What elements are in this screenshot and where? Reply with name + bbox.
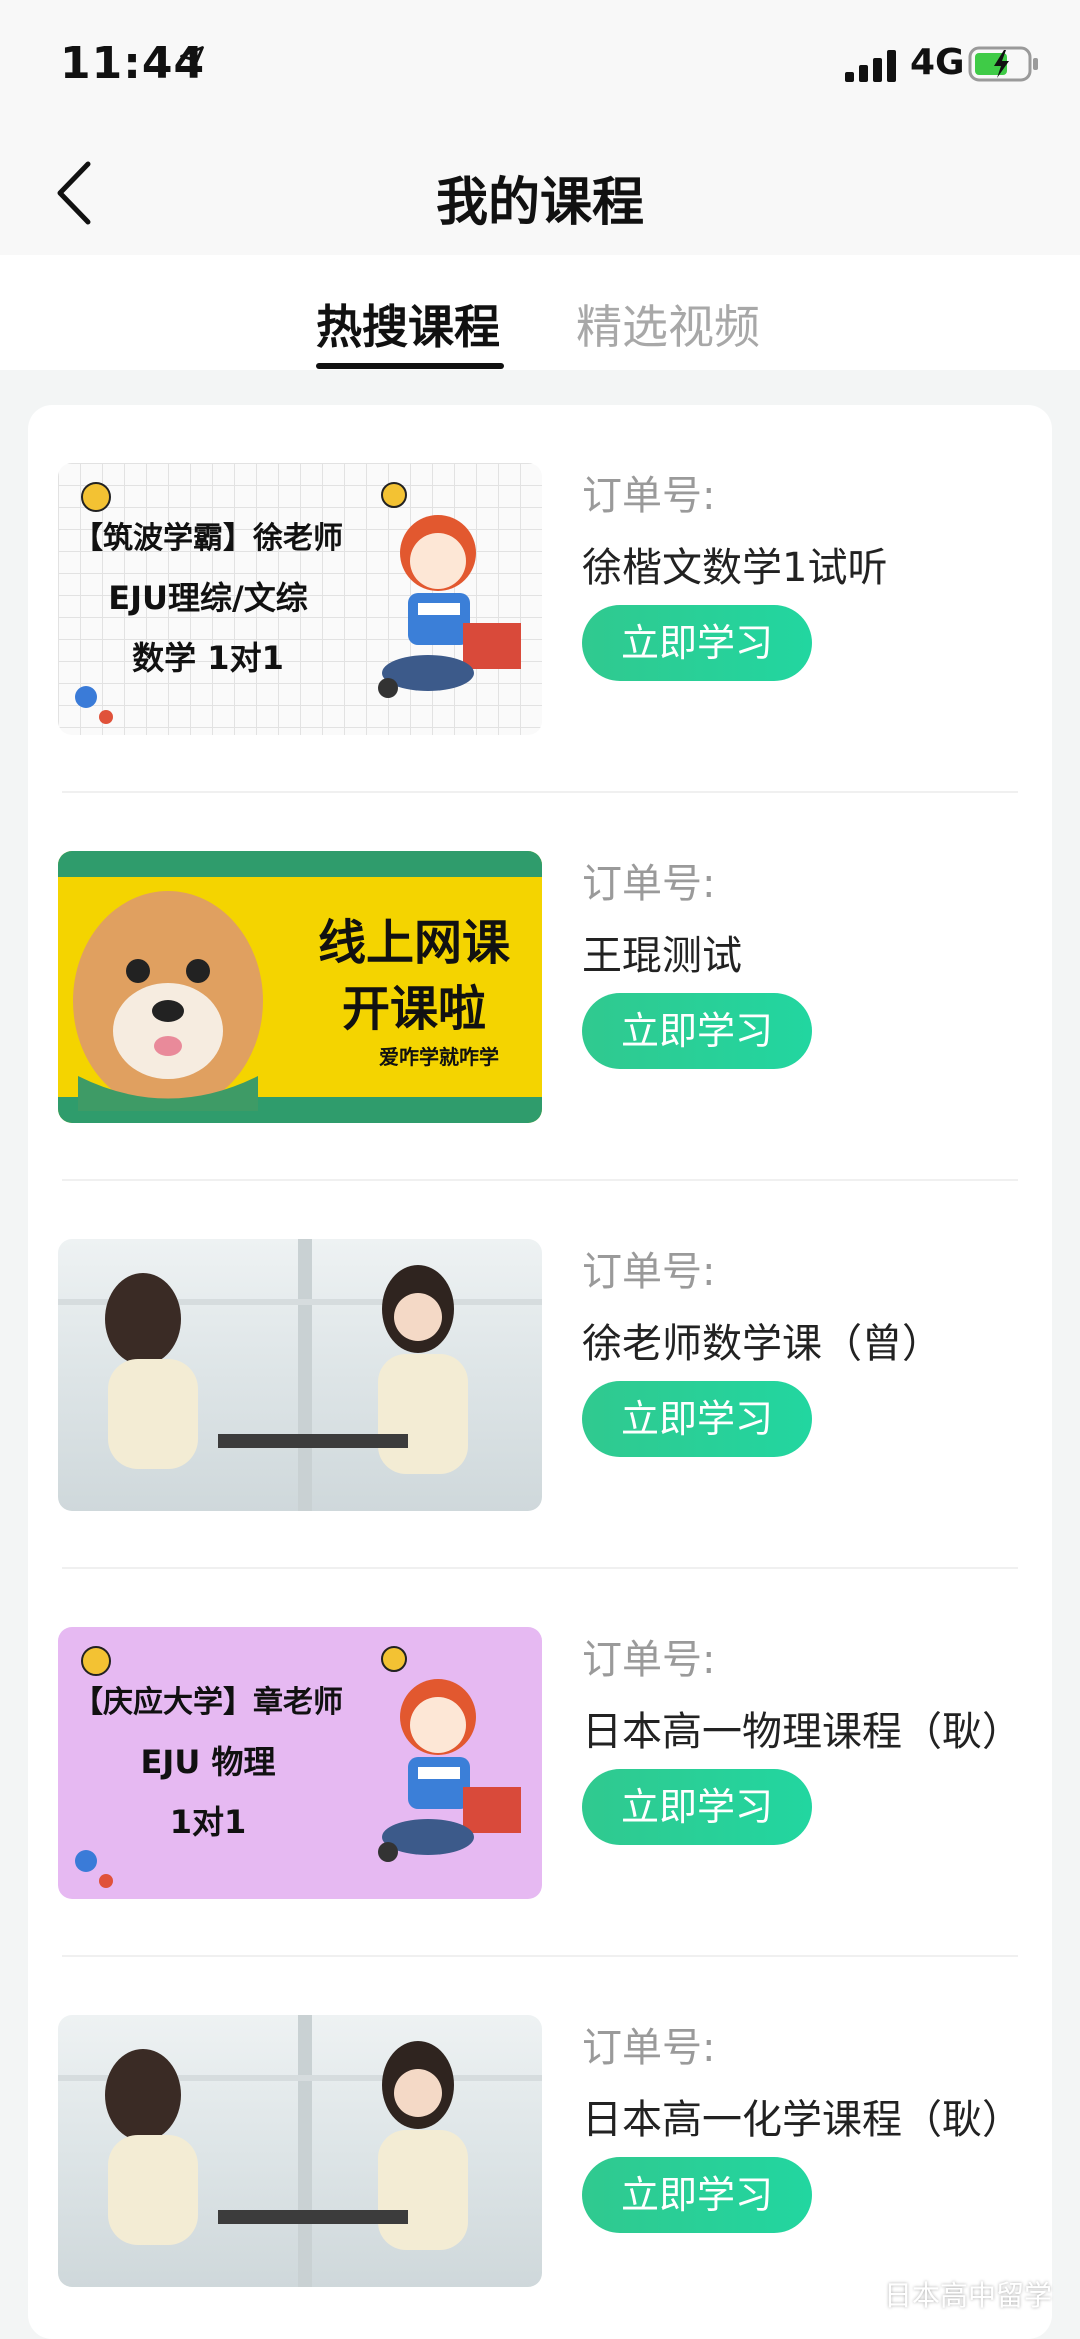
teacher-illustration [378,1679,521,1862]
signal-bars-icon [845,50,896,82]
coin-icon [81,482,111,512]
thumb-line: EJU 物理 [140,1743,276,1781]
coin-icon [381,1646,407,1672]
study-now-button[interactable]: 立即学习 [582,2157,812,2233]
shiba-dog-illustration [73,891,263,1111]
course-thumbnail: 【筑波学霸】徐老师 EJU理综/文综 数学 1对1 [58,463,542,735]
course-name: 徐楷文数学1试听 [582,545,888,591]
wechat-icon [839,2278,875,2304]
tab-hot-courses[interactable]: 热搜课程 [316,291,500,357]
coin-icon [381,482,407,508]
thumb-line: EJU理综/文综 [108,579,308,617]
order-number-label: 订单号: [582,473,716,519]
course-item[interactable]: 【筑波学霸】徐老师 EJU理综/文综 数学 1对1 订单号: 徐楷文数学1试听 … [28,405,1052,793]
thumb-line: 1对1 [169,1803,247,1841]
coin-icon [81,1646,111,1676]
thumb-line: 爱咋学就咋学 [379,1045,499,1069]
order-number-label: 订单号: [582,2025,716,2071]
students-photo [58,2015,542,2287]
course-name: 日本高一化学课程（耿） [582,2097,1022,2143]
status-bar: 11:44 4G [0,0,1080,130]
course-name: 王琨测试 [582,933,742,979]
course-thumbnail [58,1239,542,1511]
course-thumbnail: 线上网课 开课啦 爱咋学就咋学 [58,851,542,1123]
course-thumbnail [58,2015,542,2287]
thumb-line: 线上网课 [317,915,510,971]
course-thumbnail: 【庆应大学】章老师 EJU 物理 1对1 [58,1627,542,1899]
study-now-button[interactable]: 立即学习 [582,605,812,681]
course-name: 徐老师数学课（曾） [582,1321,942,1367]
thumb-line: 【庆应大学】章老师 [73,1685,343,1720]
battery-charging-icon [968,46,1038,82]
study-now-button[interactable]: 立即学习 [582,993,812,1069]
page-title: 我的课程 [435,173,644,233]
thumb-line: 开课啦 [341,981,486,1037]
order-number-label: 订单号: [582,861,716,907]
course-item[interactable]: 线上网课 开课啦 爱咋学就咋学 订单号: 王琨测试 立即学习 [28,793,1052,1181]
dot-decoration-icon [75,1850,113,1888]
teacher-illustration [378,515,521,698]
active-tab-indicator [316,363,504,369]
course-item[interactable]: 订单号: 徐老师数学课（曾） 立即学习 [28,1181,1052,1569]
dot-decoration-icon [75,686,113,724]
students-photo [58,1239,542,1511]
nav-bar: 我的课程 [0,130,1080,255]
watermark-text: 日本高中留学 [884,2279,1053,2312]
study-now-button[interactable]: 立即学习 [582,1769,812,1845]
course-list-card: 【筑波学霸】徐老师 EJU理综/文综 数学 1对1 订单号: 徐楷文数学1试听 … [28,405,1052,2339]
thumb-line: 【筑波学霸】徐老师 [73,521,343,556]
location-arrow-icon [180,46,204,70]
order-number-label: 订单号: [582,1249,716,1295]
course-name: 日本高一物理课程（耿） [582,1709,1022,1755]
thumb-line: 数学 1对1 [132,639,284,677]
tab-featured-videos[interactable]: 精选视频 [576,291,760,357]
network-label: 4G [910,42,965,83]
order-number-label: 订单号: [582,1637,716,1683]
course-item[interactable]: 【庆应大学】章老师 EJU 物理 1对1 订单号: 日本高一物理课程（耿） 立即… [28,1569,1052,1957]
tab-bar: 热搜课程 精选视频 [0,255,1080,370]
study-now-button[interactable]: 立即学习 [582,1381,812,1457]
